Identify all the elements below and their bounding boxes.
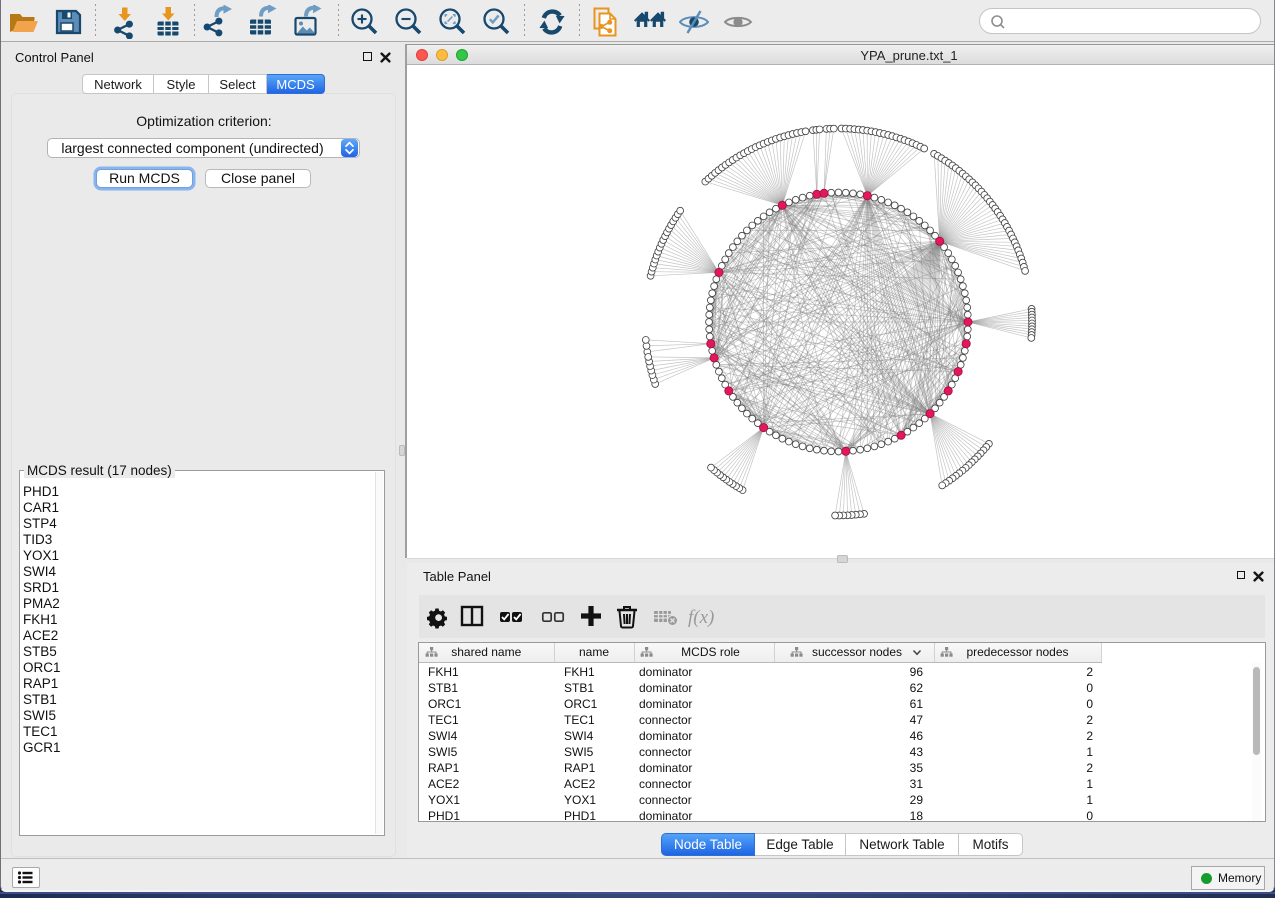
svg-text:f(x): f(x) <box>688 607 714 628</box>
